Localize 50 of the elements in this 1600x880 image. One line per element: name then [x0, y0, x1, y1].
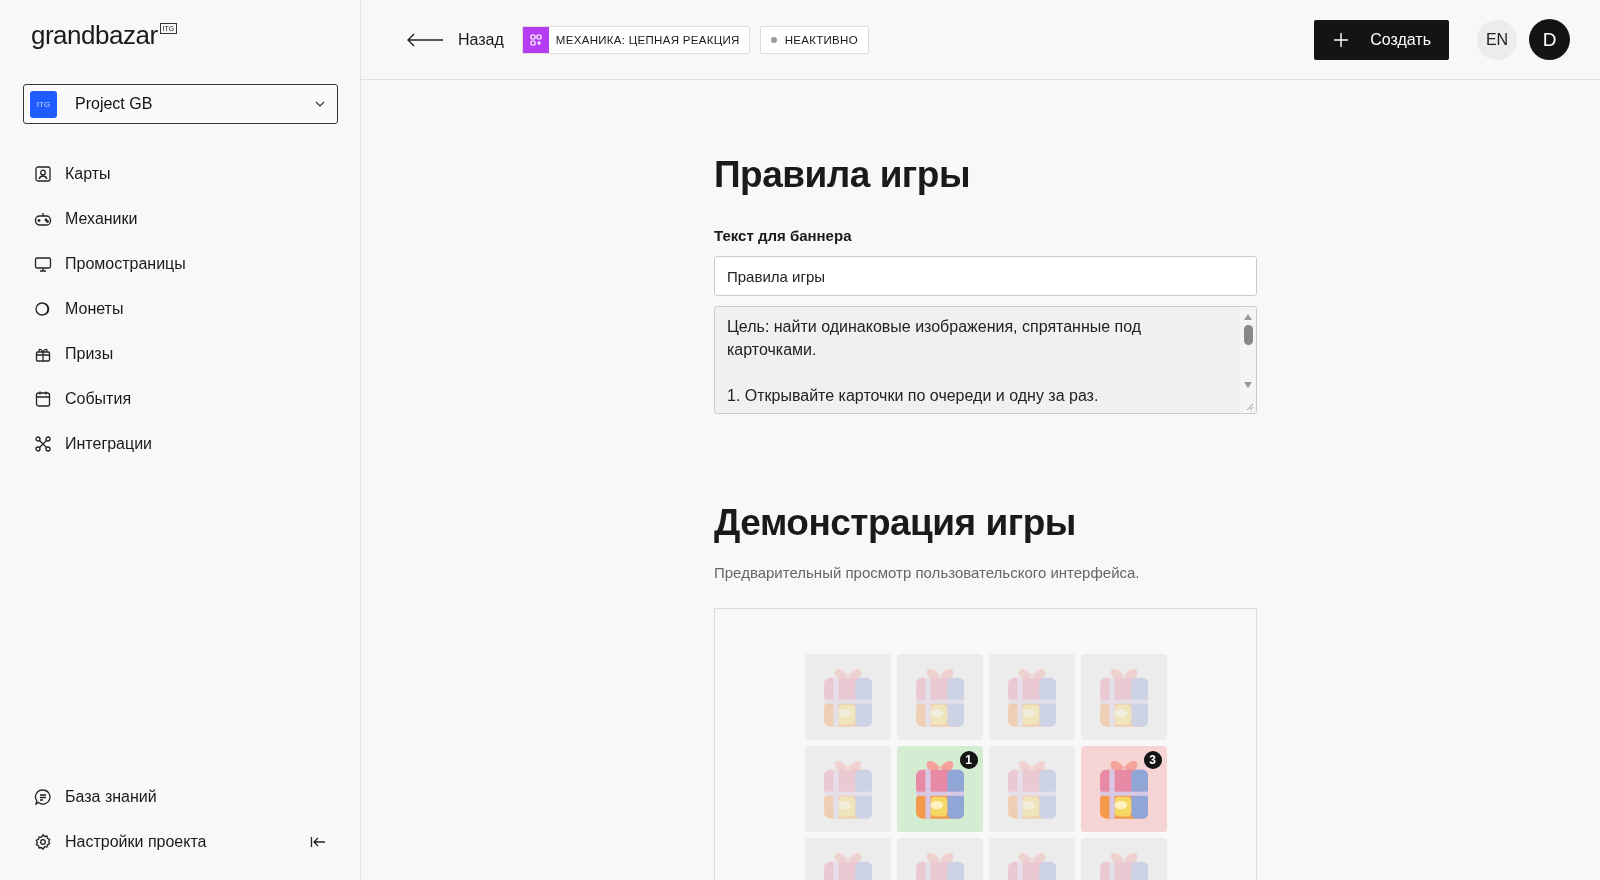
nodes-icon — [34, 434, 52, 453]
order-badge: 1 — [959, 751, 978, 769]
coins-icon — [34, 299, 52, 318]
chat-icon — [34, 787, 52, 806]
project-select[interactable]: ITG Project GB — [23, 84, 338, 124]
section-title: Правила игры — [714, 154, 971, 196]
game-card[interactable]: 1 — [896, 746, 983, 832]
status-tag: НЕАКТИВНО — [759, 25, 869, 54]
nav-item[interactable]: Карты — [23, 153, 338, 194]
game-card[interactable] — [988, 654, 1075, 740]
nav-item[interactable]: Механики — [23, 198, 338, 239]
nav-item[interactable]: Настройки проекта — [23, 821, 338, 862]
plus-icon — [1334, 32, 1349, 47]
game-card[interactable]: 3 — [1080, 746, 1167, 832]
game-card[interactable] — [988, 746, 1075, 832]
user-card-icon — [34, 164, 52, 183]
nav-item[interactable]: Монеты — [23, 288, 338, 329]
project-logo: ITG — [30, 90, 57, 118]
rules-text-field[interactable]: Цель: найти одинаковые изображения, спрятанные под карточками. 1. Открывайте карточки по очереди и одну за раз. — [714, 306, 1257, 414]
scroll-up-icon[interactable] — [1243, 313, 1253, 321]
nav-item[interactable]: События — [23, 378, 338, 419]
resize-handle-icon[interactable] — [1246, 403, 1254, 411]
game-card[interactable] — [804, 654, 891, 740]
game-card[interactable] — [896, 654, 983, 740]
nav-item[interactable]: Призы — [23, 333, 338, 374]
user-avatar[interactable]: D — [1529, 19, 1570, 60]
section-subtitle: Предварительный просмотр пользовательского интерфейса. — [714, 564, 1141, 581]
arrow-left-icon — [406, 32, 444, 47]
banner-text-field[interactable]: Правила игры — [714, 256, 1257, 296]
mechanic-tag: МЕХАНИКА: ЦЕПНАЯ РЕАКЦИЯ — [521, 25, 750, 54]
create-button[interactable]: Создать — [1314, 19, 1449, 60]
field-label: Текст для баннера — [714, 227, 853, 244]
nav-item[interactable]: Промостраницы — [23, 243, 338, 284]
chevron-down-icon — [315, 101, 325, 107]
nav-item[interactable]: База знаний — [23, 776, 338, 817]
scrollbar-thumb[interactable] — [1243, 325, 1253, 345]
nav-item[interactable]: Интеграции — [23, 423, 338, 464]
game-card[interactable] — [1080, 654, 1167, 740]
collapse-sidebar-icon[interactable] — [310, 835, 326, 848]
language-button[interactable]: EN — [1477, 19, 1517, 60]
logo-text: grandbazar — [31, 20, 158, 51]
order-badge: 3 — [1143, 751, 1162, 769]
calendar-icon — [34, 389, 52, 408]
scroll-down-icon[interactable] — [1243, 381, 1253, 389]
grid-plus-icon — [522, 26, 549, 53]
back-link[interactable]: Назад — [406, 30, 504, 49]
game-card[interactable] — [804, 746, 891, 832]
section-title: Демонстрация игры — [714, 502, 1077, 544]
monitor-icon — [34, 254, 52, 273]
settings-icon — [34, 832, 52, 851]
